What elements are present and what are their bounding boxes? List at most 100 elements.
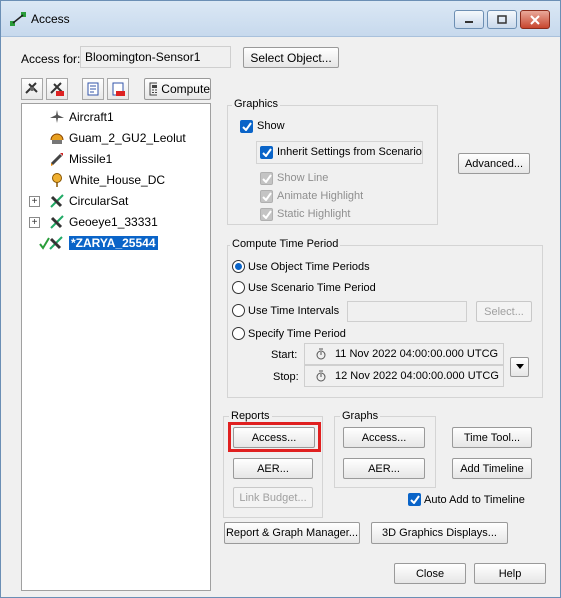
close-window-button[interactable]	[520, 10, 550, 29]
report-graph-manager-button[interactable]: Report & Graph Manager...	[224, 522, 360, 544]
check-icon	[261, 148, 272, 157]
add-timeline-button[interactable]: Add Timeline	[452, 458, 532, 479]
satellite-icon	[48, 213, 66, 231]
show-line-label: Show Line	[277, 172, 329, 184]
select-object-button[interactable]: Select Object...	[243, 47, 339, 68]
graphs-access-button[interactable]: Access...	[343, 427, 425, 448]
satellite-icon	[48, 192, 66, 210]
check-icon	[409, 495, 420, 504]
time-dropdown-button[interactable]	[510, 357, 529, 377]
compute-time-title: Compute Time Period	[230, 238, 341, 250]
toolbar-button-4[interactable]	[107, 78, 129, 100]
reports-aer-button[interactable]: AER...	[233, 458, 313, 479]
satellite-selected-icon	[38, 234, 66, 252]
start-label: Start:	[271, 349, 298, 361]
tree-item-label: *ZARYA_25544	[69, 236, 158, 250]
calculator-icon	[149, 82, 158, 96]
tree-item-label: Aircraft1	[69, 110, 114, 124]
tree-item-white-house[interactable]: White_House_DC	[48, 171, 165, 189]
use-object-time-label: Use Object Time Periods	[248, 261, 370, 273]
use-scenario-time-radio[interactable]	[232, 281, 245, 294]
facility-icon	[48, 129, 66, 147]
toolbar-button-1[interactable]	[21, 78, 43, 100]
report-icon	[87, 82, 99, 96]
check-icon	[261, 192, 272, 201]
start-time-field: 11 Nov 2022 04:00:00.000 UTCG	[304, 343, 504, 365]
reports-access-button[interactable]: Access...	[233, 427, 315, 448]
specify-time-radio[interactable]	[232, 327, 245, 340]
access-window: Access Access for: Bloomington-Sensor1 S…	[0, 0, 561, 598]
tree-item-label: Geoeye1_33331	[69, 215, 158, 229]
use-time-intervals-radio[interactable]	[232, 304, 245, 317]
start-time-value: 11 Nov 2022 04:00:00.000 UTCG	[335, 348, 499, 360]
animate-highlight-checkbox[interactable]	[260, 190, 273, 203]
time-icon	[316, 370, 326, 382]
satellite-all-icon	[50, 82, 64, 96]
tree-item-missile1[interactable]: Missile1	[48, 150, 112, 168]
inherit-settings-checkbox[interactable]	[260, 146, 273, 159]
graphics-group-title: Graphics	[232, 98, 281, 110]
aircraft-icon	[48, 108, 66, 126]
toolbar-button-3[interactable]	[82, 78, 104, 100]
check-icon	[261, 210, 272, 219]
tree-item-zarya[interactable]: *ZARYA_25544	[38, 234, 158, 252]
compute-label: Compute	[161, 82, 210, 96]
tree-item-label: Missile1	[69, 152, 113, 166]
show-line-checkbox[interactable]	[260, 172, 273, 185]
expand-geoeye-button[interactable]: +	[29, 217, 40, 228]
minimize-icon	[465, 20, 473, 23]
tree-item-aircraft1[interactable]: Aircraft1	[48, 108, 114, 126]
compute-button[interactable]: Compute	[144, 78, 211, 100]
use-scenario-time-label: Use Scenario Time Period	[248, 282, 376, 294]
tree-item-circularsat[interactable]: CircularSat	[48, 192, 128, 210]
use-time-intervals-label: Use Time Intervals	[248, 305, 340, 317]
stop-time-value: 12 Nov 2022 04:00:00.000 UTCG	[335, 370, 499, 382]
access-for-field: Bloomington-Sensor1	[80, 46, 231, 68]
tree-item-guam[interactable]: Guam_2_GU2_Leolut	[48, 129, 186, 147]
static-highlight-label: Static Highlight	[277, 208, 351, 220]
close-icon	[530, 14, 540, 25]
tree-item-label: CircularSat	[69, 194, 129, 208]
select-intervals-button[interactable]: Select...	[476, 301, 532, 322]
toolbar-button-2[interactable]	[46, 78, 68, 100]
access-app-icon	[9, 10, 27, 28]
close-button[interactable]: Close	[394, 563, 466, 584]
maximize-button[interactable]	[487, 10, 517, 29]
reports-group-title: Reports	[229, 410, 272, 422]
tree-item-geoeye[interactable]: Geoeye1_33331	[48, 213, 158, 231]
report-all-icon	[112, 82, 125, 96]
graphs-group-title: Graphs	[340, 410, 381, 422]
use-object-time-radio[interactable]	[232, 260, 245, 273]
title-bar[interactable]: Access	[1, 1, 560, 37]
animate-highlight-label: Animate Highlight	[277, 190, 364, 202]
chevron-down-icon	[515, 364, 524, 369]
graphs-aer-button[interactable]: AER...	[343, 458, 425, 479]
check-icon	[261, 174, 272, 183]
link-budget-button[interactable]: Link Budget...	[233, 487, 313, 508]
time-tool-button[interactable]: Time Tool...	[452, 427, 532, 448]
show-label: Show	[257, 120, 285, 132]
show-checkbox[interactable]	[240, 120, 253, 133]
access-for-label: Access for:	[21, 52, 81, 66]
graphics-displays-button[interactable]: 3D Graphics Displays...	[371, 522, 508, 544]
object-tree[interactable]: Aircraft1 Guam_2_GU2_Leolut Missile1 Whi…	[21, 103, 211, 591]
help-button[interactable]: Help	[474, 563, 546, 584]
static-highlight-checkbox[interactable]	[260, 208, 273, 221]
time-intervals-field	[347, 301, 467, 322]
minimize-button[interactable]	[454, 10, 484, 29]
tree-item-label: Guam_2_GU2_Leolut	[69, 131, 186, 145]
inherit-settings-label: Inherit Settings from Scenario	[277, 146, 422, 158]
maximize-icon	[497, 14, 507, 24]
auto-add-timeline-checkbox[interactable]	[408, 493, 421, 506]
expand-circularsat-button[interactable]: +	[29, 196, 40, 207]
place-icon	[48, 171, 66, 189]
window-title: Access	[31, 12, 70, 26]
advanced-button[interactable]: Advanced...	[458, 153, 530, 174]
satellite-icon	[25, 82, 38, 94]
check-icon	[241, 122, 252, 131]
stop-label: Stop:	[273, 371, 299, 383]
tree-item-label: White_House_DC	[69, 173, 166, 187]
missile-icon	[48, 150, 66, 168]
auto-add-timeline-label: Auto Add to Timeline	[424, 494, 525, 506]
specify-time-label: Specify Time Period	[248, 328, 346, 340]
